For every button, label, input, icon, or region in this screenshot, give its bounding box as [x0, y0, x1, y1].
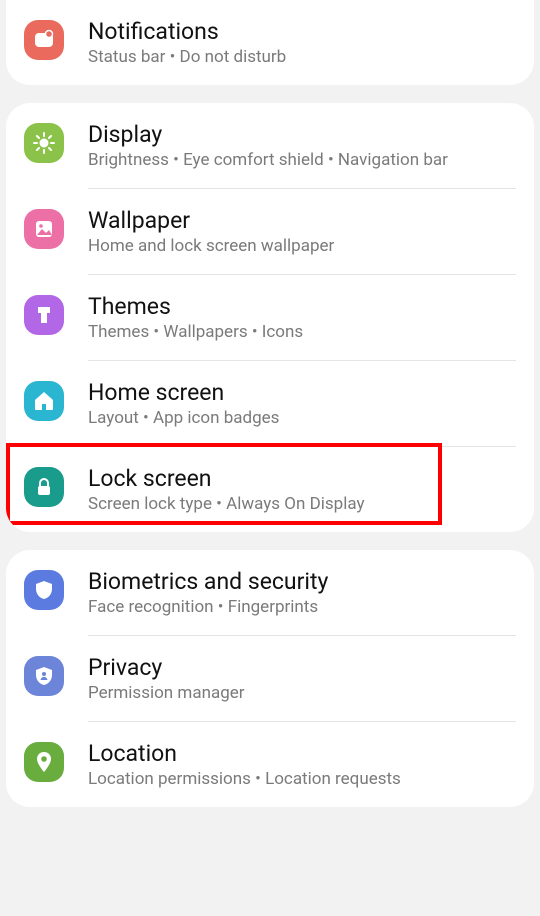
shield-icon — [24, 570, 64, 610]
settings-item-title: Wallpaper — [88, 207, 520, 234]
settings-item-text: WallpaperHome and lock screen wallpaper — [88, 207, 520, 256]
settings-item-subtitle: Face recognition • Fingerprints — [88, 597, 520, 617]
settings-item-subtitle: Home and lock screen wallpaper — [88, 236, 520, 256]
settings-item-location[interactable]: LocationLocation permissions • Location … — [6, 722, 534, 807]
settings-item-title: Lock screen — [88, 465, 520, 492]
settings-item-subtitle: Status bar • Do not disturb — [88, 47, 520, 67]
settings-item-biometrics[interactable]: Biometrics and securityFace recognition … — [6, 550, 534, 635]
settings-item-subtitle: Screen lock type • Always On Display — [88, 494, 520, 514]
privacy-icon — [24, 656, 64, 696]
settings-item-privacy[interactable]: PrivacyPermission manager — [6, 636, 534, 721]
themes-icon — [24, 295, 64, 335]
wallpaper-icon — [24, 209, 64, 249]
settings-item-text: NotificationsStatus bar • Do not disturb — [88, 18, 520, 67]
settings-group: Biometrics and securityFace recognition … — [6, 550, 534, 807]
settings-item-title: Privacy — [88, 654, 520, 681]
settings-item-lock-screen[interactable]: Lock screenScreen lock type • Always On … — [6, 447, 534, 532]
settings-item-title: Location — [88, 740, 520, 767]
settings-item-text: ThemesThemes • Wallpapers • Icons — [88, 293, 520, 342]
settings-item-display[interactable]: DisplayBrightness • Eye comfort shield •… — [6, 103, 534, 188]
settings-item-text: Biometrics and securityFace recognition … — [88, 568, 520, 617]
settings-item-title: Biometrics and security — [88, 568, 520, 595]
home-icon — [24, 381, 64, 421]
settings-item-title: Notifications — [88, 18, 520, 45]
settings-item-home-screen[interactable]: Home screenLayout • App icon badges — [6, 361, 534, 446]
location-icon — [24, 742, 64, 782]
settings-item-text: Home screenLayout • App icon badges — [88, 379, 520, 428]
lock-icon — [24, 467, 64, 507]
settings-item-subtitle: Layout • App icon badges — [88, 408, 520, 428]
brightness-icon — [24, 123, 64, 163]
settings-item-themes[interactable]: ThemesThemes • Wallpapers • Icons — [6, 275, 534, 360]
settings-item-text: DisplayBrightness • Eye comfort shield •… — [88, 121, 520, 170]
settings-item-wallpaper[interactable]: WallpaperHome and lock screen wallpaper — [6, 189, 534, 274]
settings-item-subtitle: Permission manager — [88, 683, 520, 703]
settings-item-subtitle: Themes • Wallpapers • Icons — [88, 322, 520, 342]
settings-item-title: Display — [88, 121, 520, 148]
settings-item-notifications[interactable]: NotificationsStatus bar • Do not disturb — [6, 0, 534, 85]
notification-icon — [24, 20, 64, 60]
settings-item-text: LocationLocation permissions • Location … — [88, 740, 520, 789]
settings-item-subtitle: Location permissions • Location requests — [88, 769, 520, 789]
settings-group: NotificationsStatus bar • Do not disturb — [6, 0, 534, 85]
settings-item-text: PrivacyPermission manager — [88, 654, 520, 703]
settings-item-title: Themes — [88, 293, 520, 320]
settings-item-text: Lock screenScreen lock type • Always On … — [88, 465, 520, 514]
settings-group: DisplayBrightness • Eye comfort shield •… — [6, 103, 534, 532]
settings-item-title: Home screen — [88, 379, 520, 406]
settings-item-subtitle: Brightness • Eye comfort shield • Naviga… — [88, 150, 520, 170]
